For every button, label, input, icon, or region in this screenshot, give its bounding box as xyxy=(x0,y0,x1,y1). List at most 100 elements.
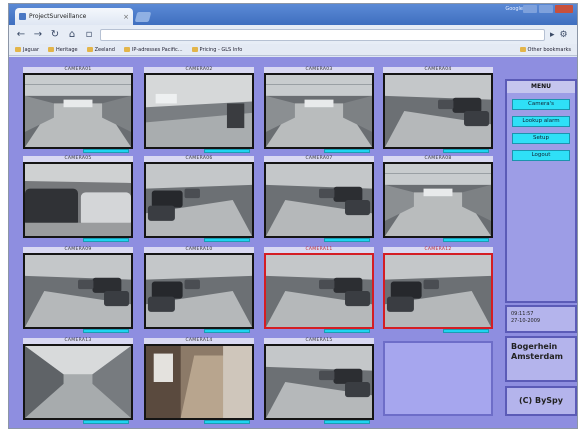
location-line-2: Amsterdam xyxy=(511,352,563,361)
bookmark-label: Jaguar xyxy=(23,46,40,53)
browser-toolbar: ← → ↻ ⌂ ▫ ▸ ⚙ xyxy=(9,25,577,44)
camera-status-bar xyxy=(83,329,129,333)
camera-video[interactable] xyxy=(23,73,133,149)
camera-video[interactable] xyxy=(264,162,374,238)
other-bookmarks[interactable]: Other bookmarks xyxy=(519,46,571,53)
camera-feed[interactable]: CAMERA09 xyxy=(23,247,133,333)
browser-tab[interactable]: ProjectSurveillance × xyxy=(15,8,133,25)
camera-video[interactable] xyxy=(383,253,493,329)
camera-status-bar xyxy=(443,238,489,242)
camera-feed[interactable]: CAMERA03 xyxy=(264,67,374,153)
surveillance-page: CAMERA01 CAMERA02 CAMERA03 CAMERA04 CAMERA05… xyxy=(9,57,577,428)
camera-video[interactable] xyxy=(383,73,493,149)
camera-image xyxy=(25,255,131,327)
camera-image xyxy=(266,75,372,147)
camera-feed[interactable]: CAMERA06 xyxy=(144,156,254,242)
minimize-button[interactable] xyxy=(523,5,537,13)
forward-arrow-icon[interactable]: → xyxy=(32,29,44,40)
camera-status-bar xyxy=(204,329,250,333)
camera-video[interactable] xyxy=(144,162,254,238)
camera-status-bar xyxy=(324,329,370,333)
window-controls xyxy=(523,5,573,13)
tab-title: ProjectSurveillance xyxy=(29,13,87,20)
lookup-alarm-button[interactable]: Lookup alarm xyxy=(512,116,570,127)
bookmark-item[interactable]: IP-adresses Pacific... xyxy=(123,46,183,53)
camera-feed[interactable]: CAMERA10 xyxy=(144,247,254,333)
camera-feed[interactable]: CAMERA08 xyxy=(383,156,493,242)
camera-image xyxy=(266,255,372,327)
camera-image xyxy=(146,164,252,236)
logout-button[interactable]: Logout xyxy=(512,150,570,161)
camera-feed[interactable]: CAMERA13 xyxy=(23,338,133,424)
folder-icon xyxy=(86,47,93,52)
camera-image xyxy=(146,346,252,418)
bookmark-label: Heritage xyxy=(56,46,78,53)
browser-window: ProjectSurveillance × Google ← → ↻ ⌂ ▫ ▸… xyxy=(8,3,578,429)
camera-video[interactable] xyxy=(264,344,374,420)
cameras-button[interactable]: Camera's xyxy=(512,99,570,110)
bookmark-item[interactable]: Pricing - GLS Info xyxy=(191,47,242,53)
camera-video[interactable] xyxy=(264,73,374,149)
tools-menu-icon[interactable]: ⚙ xyxy=(560,30,568,40)
new-tab-button[interactable] xyxy=(134,12,152,22)
camera-status-bar xyxy=(324,149,370,153)
page-menu-icon[interactable]: ▸ xyxy=(550,30,555,40)
copyright-panel: (C) BySpy xyxy=(505,386,577,416)
camera-feed[interactable]: CAMERA02 xyxy=(144,67,254,153)
camera-feed[interactable]: CAMERA12 xyxy=(383,247,493,333)
camera-status-bar xyxy=(324,238,370,242)
folder-icon xyxy=(15,47,21,52)
camera-status-bar xyxy=(83,149,129,153)
folder-icon xyxy=(519,47,526,52)
camera-feed[interactable]: CAMERA07 xyxy=(264,156,374,242)
bookmark-label: Zeeland xyxy=(94,46,115,53)
bookmark-label: Other bookmarks xyxy=(527,46,571,53)
clock-date: 27-10-2009 xyxy=(511,318,541,324)
camera-feed[interactable]: CAMERA14 xyxy=(144,338,254,424)
camera-video[interactable] xyxy=(264,253,374,329)
camera-status-bar xyxy=(443,329,489,333)
camera-image xyxy=(25,164,131,236)
camera-video[interactable] xyxy=(23,344,133,420)
camera-video[interactable] xyxy=(144,253,254,329)
close-window-button[interactable] xyxy=(555,5,573,13)
camera-image xyxy=(385,255,491,327)
bookmark-item[interactable]: Jaguar xyxy=(15,47,39,53)
camera-status-bar xyxy=(204,238,250,242)
bookmark-item[interactable]: Zeeland xyxy=(86,46,115,53)
camera-image xyxy=(385,164,491,236)
reload-icon[interactable]: ↻ xyxy=(49,29,61,40)
setup-button[interactable]: Setup xyxy=(512,133,570,144)
camera-image xyxy=(25,75,131,147)
home-icon[interactable]: ⌂ xyxy=(66,29,78,40)
page-favicon-icon xyxy=(19,13,26,20)
bookmarks-bar: Jaguar Heritage Zeeland IP-adresses Paci… xyxy=(9,44,577,56)
page-icon: ▫ xyxy=(85,29,93,40)
maximize-button[interactable] xyxy=(539,5,553,13)
camera-feed[interactable]: CAMERA05 xyxy=(23,156,133,242)
camera-image xyxy=(146,255,252,327)
camera-video[interactable] xyxy=(144,344,254,420)
camera-feed[interactable]: CAMERA01 xyxy=(23,67,133,153)
menu-panel: MENU Camera's Lookup alarm Setup Logout xyxy=(505,79,577,303)
camera-video[interactable] xyxy=(23,162,133,238)
camera-video[interactable] xyxy=(383,162,493,238)
camera-image xyxy=(25,346,131,418)
camera-video[interactable] xyxy=(144,73,254,149)
camera-video[interactable] xyxy=(23,253,133,329)
camera-image xyxy=(385,75,491,147)
camera-status-bar xyxy=(204,420,250,424)
bookmark-label: IP-adresses Pacific... xyxy=(131,46,183,53)
camera-image xyxy=(266,164,372,236)
location-line-1: Bogerhein xyxy=(511,342,558,351)
back-arrow-icon[interactable]: ← xyxy=(15,29,27,40)
camera-feed[interactable]: CAMERA04 xyxy=(383,67,493,153)
user-link[interactable]: Google xyxy=(505,6,523,12)
address-bar[interactable] xyxy=(100,28,545,41)
page-icon xyxy=(191,47,198,52)
camera-feed[interactable]: CAMERA15 xyxy=(264,338,374,424)
empty-camera-slot xyxy=(383,341,493,416)
camera-feed[interactable]: CAMERA11 xyxy=(264,247,374,333)
close-tab-icon[interactable]: × xyxy=(123,13,129,21)
bookmark-item[interactable]: Heritage xyxy=(48,47,78,53)
